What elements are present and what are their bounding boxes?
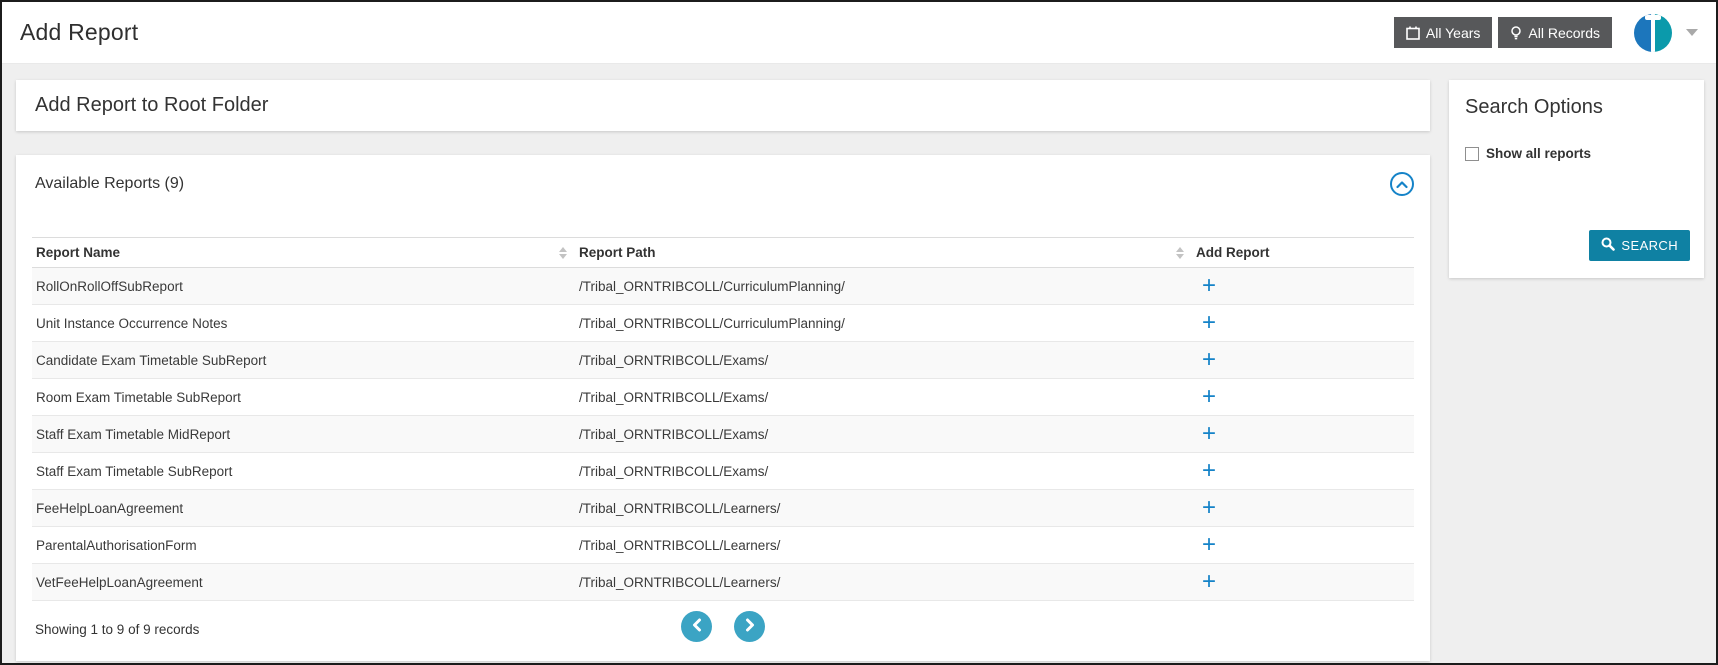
report-path-header-label: Report Path (579, 245, 656, 260)
chevron-up-circle-icon (1396, 177, 1408, 192)
reports-table: Report Name Report Path Add Report RollO… (32, 237, 1414, 601)
add-report-plus-button[interactable]: + (1202, 570, 1216, 594)
show-all-reports-label[interactable]: Show all reports (1486, 146, 1591, 161)
add-report-plus-button[interactable]: + (1202, 348, 1216, 372)
add-report-cell: + (1192, 267, 1414, 305)
add-report-plus-button[interactable]: + (1202, 496, 1216, 520)
add-report-plus-button[interactable]: + (1202, 533, 1216, 557)
add-report-cell: + (1192, 415, 1414, 453)
sort-icon[interactable] (1176, 246, 1184, 259)
sort-icon[interactable] (559, 246, 567, 259)
previous-page-button[interactable] (681, 611, 712, 642)
report-path-cell: /Tribal_ORNTRIBCOLL/Learners/ (575, 563, 1192, 601)
panel-header: Add Report to Root Folder (16, 80, 1430, 131)
main-column: Add Report to Root Folder Available Repo… (16, 80, 1430, 661)
column-header-add-report: Add Report (1192, 237, 1414, 268)
table-row: VetFeeHelpLoanAgreement /Tribal_ORNTRIBC… (32, 563, 1414, 601)
next-page-button[interactable] (734, 611, 765, 642)
add-report-cell: + (1192, 378, 1414, 416)
report-name-cell: RollOnRollOffSubReport (32, 267, 575, 305)
report-name-cell: VetFeeHelpLoanAgreement (32, 563, 575, 601)
content-area: Add Report to Root Folder Available Repo… (2, 64, 1716, 661)
table-header-row: Report Name Report Path Add Report (32, 237, 1414, 268)
add-report-cell: + (1192, 526, 1414, 564)
report-path-cell: /Tribal_ORNTRIBCOLL/Learners/ (575, 526, 1192, 564)
column-header-report-path[interactable]: Report Path (575, 237, 1192, 268)
search-options-title: Search Options (1465, 96, 1603, 118)
top-bar: Add Report All Years All Records (2, 2, 1716, 64)
table-row: ParentalAuthorisationForm /Tribal_ORNTRI… (32, 526, 1414, 564)
report-name-cell: Staff Exam Timetable MidReport (32, 415, 575, 453)
report-path-cell: /Tribal_ORNTRIBCOLL/Exams/ (575, 452, 1192, 490)
report-name-cell: Unit Instance Occurrence Notes (32, 304, 575, 342)
all-records-label: All Records (1528, 24, 1600, 41)
page-title: Add Report (20, 19, 139, 45)
report-path-cell: /Tribal_ORNTRIBCOLL/Learners/ (575, 489, 1192, 527)
add-report-plus-button[interactable]: + (1202, 459, 1216, 483)
chevron-left-icon (692, 618, 702, 635)
report-table-body: RollOnRollOffSubReport /Tribal_ORNTRIBCO… (32, 267, 1414, 601)
table-row: Staff Exam Timetable MidReport /Tribal_O… (32, 415, 1414, 453)
search-button-label: SEARCH (1621, 238, 1678, 253)
table-row: RollOnRollOffSubReport /Tribal_ORNTRIBCO… (32, 267, 1414, 305)
show-all-reports-option: Show all reports (1465, 146, 1688, 161)
report-name-cell: Room Exam Timetable SubReport (32, 378, 575, 416)
lightbulb-icon (1510, 25, 1522, 40)
collapse-section-button[interactable] (1390, 172, 1414, 196)
section-title: Available Reports (9) (35, 175, 185, 192)
add-report-cell: + (1192, 304, 1414, 342)
report-path-cell: /Tribal_ORNTRIBCOLL/Exams/ (575, 378, 1192, 416)
report-name-header-label: Report Name (36, 245, 121, 260)
report-name-cell: FeeHelpLoanAgreement (32, 489, 575, 527)
table-row: Staff Exam Timetable SubReport /Tribal_O… (32, 452, 1414, 490)
table-row: FeeHelpLoanAgreement /Tribal_ORNTRIBCOLL… (32, 489, 1414, 527)
report-name-cell: Staff Exam Timetable SubReport (32, 452, 575, 490)
panel-title: Add Report to Root Folder (35, 94, 269, 116)
add-report-plus-button[interactable]: + (1202, 311, 1216, 335)
search-button[interactable]: SEARCH (1589, 230, 1690, 261)
chevron-down-icon[interactable] (1686, 29, 1698, 36)
add-report-cell: + (1192, 489, 1414, 527)
add-report-cell: + (1192, 452, 1414, 490)
report-name-cell: Candidate Exam Timetable SubReport (32, 341, 575, 379)
all-records-button[interactable]: All Records (1498, 17, 1612, 48)
table-footer: Showing 1 to 9 of 9 records (16, 601, 1430, 647)
show-all-reports-checkbox[interactable] (1465, 146, 1479, 161)
report-path-cell: /Tribal_ORNTRIBCOLL/Exams/ (575, 341, 1192, 379)
table-row: Unit Instance Occurrence Notes /Tribal_O… (32, 304, 1414, 342)
all-years-button[interactable]: All Years (1393, 17, 1493, 48)
user-avatar[interactable] (1634, 13, 1672, 52)
chevron-right-icon (745, 618, 755, 635)
calendar-icon (1406, 26, 1420, 40)
report-path-cell: /Tribal_ORNTRIBCOLL/Exams/ (575, 415, 1192, 453)
add-report-cell: + (1192, 563, 1414, 601)
add-report-plus-button[interactable]: + (1202, 274, 1216, 298)
add-report-cell: + (1192, 341, 1414, 379)
table-row: Candidate Exam Timetable SubReport /Trib… (32, 341, 1414, 379)
add-report-plus-button[interactable]: + (1202, 422, 1216, 446)
table-row: Room Exam Timetable SubReport /Tribal_OR… (32, 378, 1414, 416)
search-options-panel: Search Options Show all reports SEARCH (1449, 80, 1704, 278)
report-path-cell: /Tribal_ORNTRIBCOLL/CurriculumPlanning/ (575, 304, 1192, 342)
report-path-cell: /Tribal_ORNTRIBCOLL/CurriculumPlanning/ (575, 267, 1192, 305)
add-report-plus-button[interactable]: + (1202, 385, 1216, 409)
pagination (681, 611, 765, 642)
records-summary: Showing 1 to 9 of 9 records (35, 622, 200, 637)
report-name-cell: ParentalAuthorisationForm (32, 526, 575, 564)
top-bar-actions: All Years All Records (1388, 13, 1698, 52)
add-report-header-label: Add Report (1196, 245, 1270, 260)
search-icon (1601, 237, 1616, 254)
all-years-label: All Years (1425, 24, 1481, 41)
column-header-report-name[interactable]: Report Name (32, 237, 575, 268)
section-header: Available Reports (9) (16, 155, 1430, 196)
available-reports-panel: Available Reports (9) Report Name Report… (16, 155, 1430, 661)
